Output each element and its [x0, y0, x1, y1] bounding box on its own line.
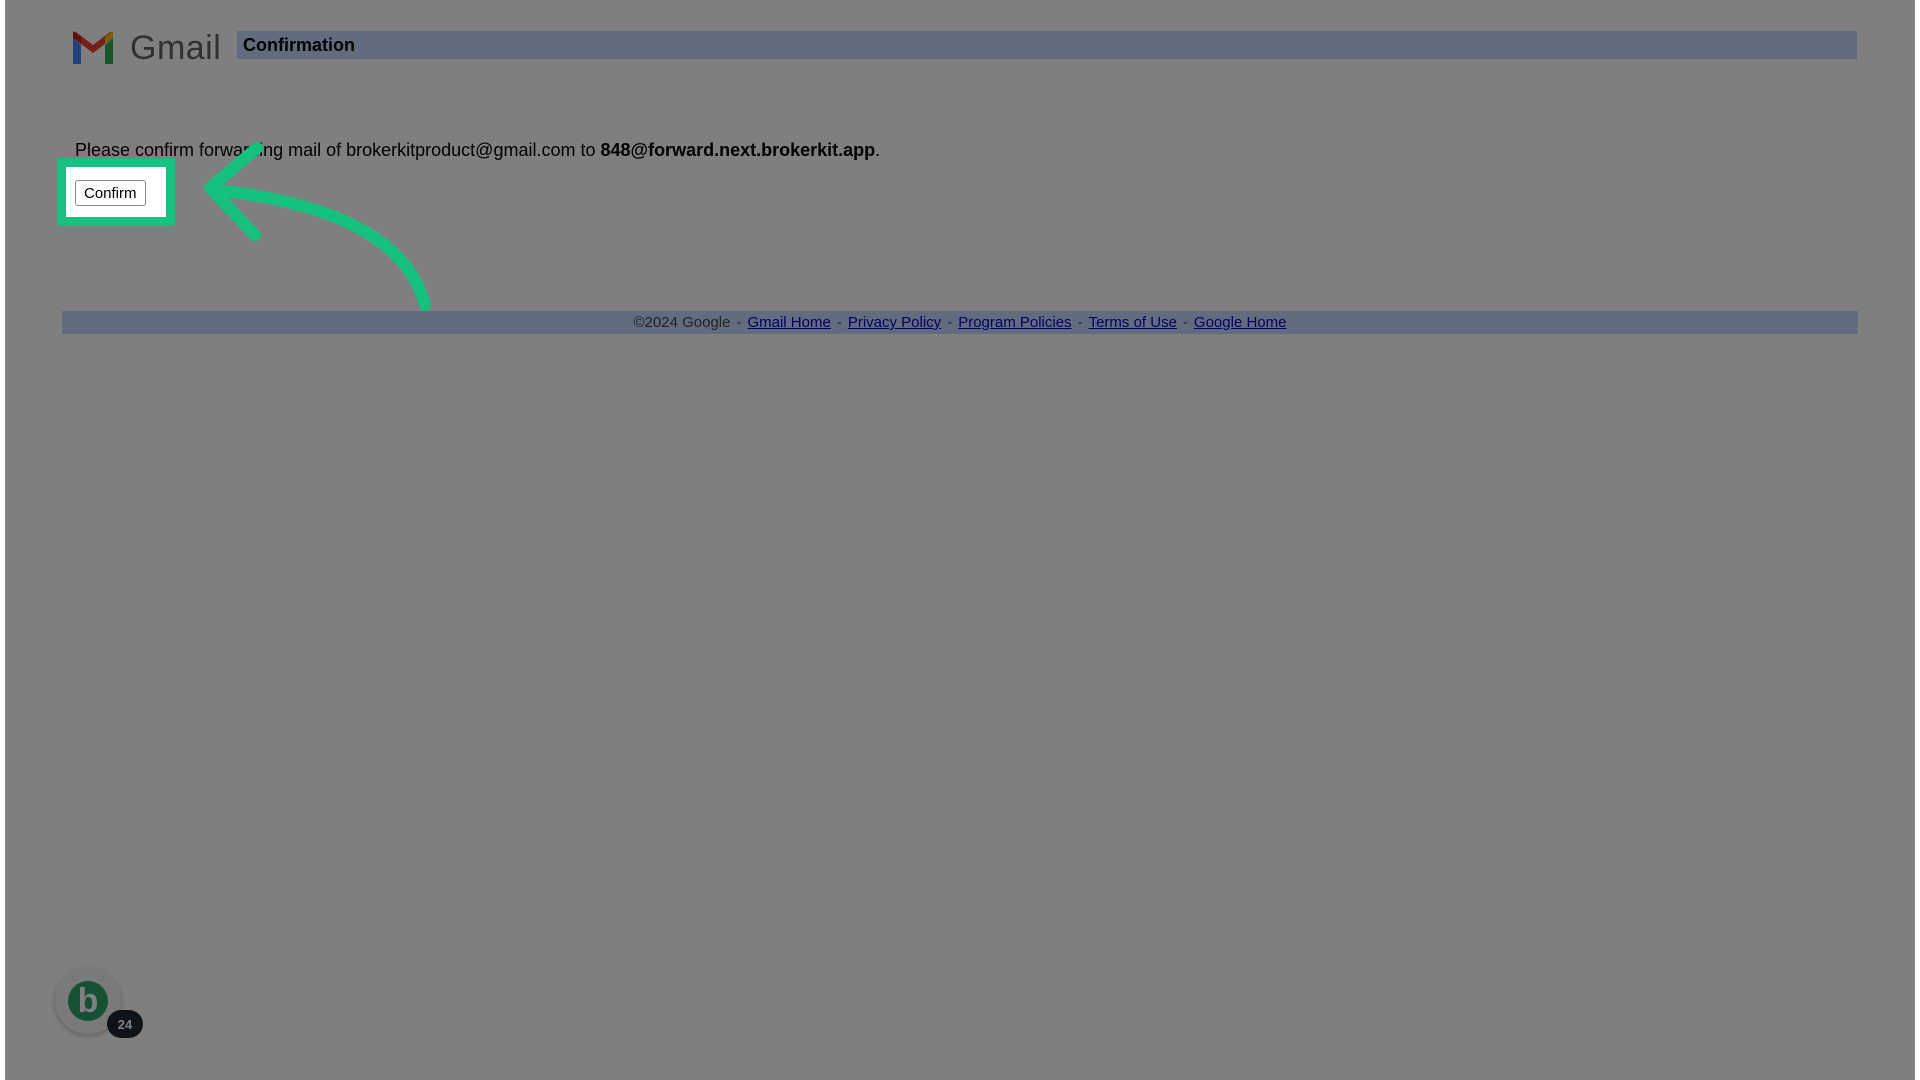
- gmail-logo-icon: [73, 31, 113, 64]
- footer-link-privacy-policy[interactable]: Privacy Policy: [848, 314, 941, 331]
- footer-link-program-policies[interactable]: Program Policies: [958, 314, 1071, 331]
- page: Gmail Confirmation Please confirm forwar…: [5, 0, 1915, 1080]
- brokerkit-b-icon: b: [68, 981, 108, 1021]
- message-suffix: .: [875, 140, 881, 160]
- brokerkit-widget-button[interactable]: b 24: [55, 968, 143, 1038]
- footer-separator: -: [947, 314, 953, 331]
- footer-separator: -: [1077, 314, 1083, 331]
- notification-badge: 24: [107, 1010, 143, 1038]
- confirm-highlight: Confirm: [57, 158, 175, 226]
- gmail-logo-text: Gmail: [130, 28, 222, 67]
- forwarding-address: 848@forward.next.brokerkit.app: [600, 140, 876, 160]
- confirm-button[interactable]: Confirm: [75, 180, 146, 206]
- footer-separator: -: [836, 314, 842, 331]
- title-bar: Confirmation: [237, 31, 1857, 59]
- footer-link-terms-of-use[interactable]: Terms of Use: [1089, 314, 1177, 331]
- footer-link-gmail-home[interactable]: Gmail Home: [747, 314, 830, 331]
- footer-copyright: ©2024 Google: [633, 314, 731, 331]
- footer-separator: -: [736, 314, 742, 331]
- page-title: Confirmation: [243, 34, 355, 55]
- curved-arrow-icon: [204, 142, 431, 311]
- gmail-logo[interactable]: Gmail: [70, 28, 221, 68]
- footer-link-google-home[interactable]: Google Home: [1194, 314, 1287, 331]
- footer-separator: -: [1182, 314, 1188, 331]
